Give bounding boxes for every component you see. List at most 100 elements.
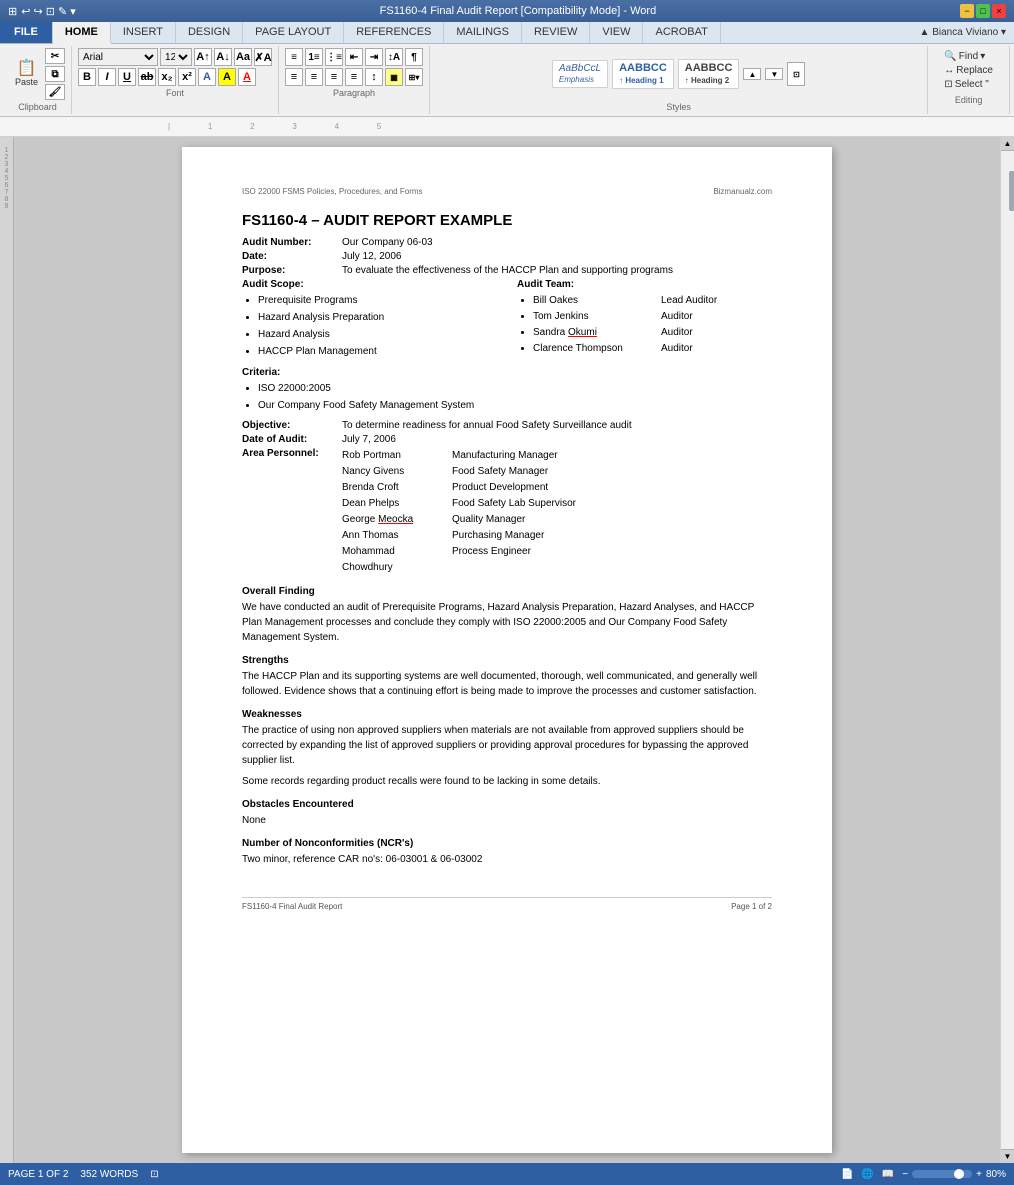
show-marks-button[interactable]: ¶ [405,48,423,66]
styles-scroll-down[interactable]: ▼ [765,68,783,80]
text-effect-button[interactable]: A [198,68,216,86]
font-label: Font [166,88,184,98]
scroll-thumb[interactable] [1009,171,1014,211]
line-spacing-button[interactable]: ↕ [365,68,383,86]
tab-review[interactable]: REVIEW [522,22,590,43]
purpose-label: Purpose: [242,265,342,276]
user-name: ▲ Bianca Viviano ▾ [920,27,1006,38]
zoom-thumb[interactable] [954,1169,964,1179]
audit-scope-list: Prerequisite Programs Hazard Analysis Pr… [242,293,497,360]
editing-group: 🔍 Find ▾ ↔ Replace ⊡ Select " Editing [928,46,1010,114]
styles-scroll-up[interactable]: ▲ [743,68,761,80]
page-container: ISO 22000 FSMS Policies, Procedures, and… [14,137,1000,1163]
numbering-button[interactable]: 1≡ [305,48,323,66]
obstacles-heading: Obstacles Encountered [242,799,772,810]
scroll-down-button[interactable]: ▼ [1001,1149,1014,1163]
tab-mailings[interactable]: MAILINGS [444,22,522,43]
subscript-button[interactable]: x₂ [158,68,176,86]
copy-button[interactable]: ⧉ [45,66,65,82]
tab-design[interactable]: DESIGN [176,22,243,43]
word-icon: ⊞ [8,5,17,18]
personnel-row-1: Rob Portman Manufacturing Manager [342,448,772,464]
view-print-icon[interactable]: 📄 [841,1169,853,1180]
font-size-select[interactable]: 12 [160,48,192,66]
right-scrollbar[interactable]: ▲ ▼ [1000,137,1014,1163]
tab-page-layout[interactable]: PAGE LAYOUT [243,22,344,43]
scope-item-3: Hazard Analysis [258,327,497,343]
close-button[interactable]: × [992,4,1006,18]
highlight-button[interactable]: A [218,68,236,86]
font-family-select[interactable]: Arial [78,48,158,66]
maximize-button[interactable]: □ [976,4,990,18]
strikethrough-button[interactable]: ab [138,68,156,86]
font-color-button[interactable]: A [238,68,256,86]
team-member-4: Clarence Thompson Auditor [533,341,772,357]
view-web-icon[interactable]: 🌐 [861,1169,873,1180]
bold-button[interactable]: B [78,68,96,86]
zoom-out-button[interactable]: − [902,1169,908,1180]
audit-scope-col: Audit Scope: Prerequisite Programs Hazar… [242,279,497,361]
team-name-3: Sandra Okumi [533,325,653,341]
change-case-button[interactable]: Aa [234,48,252,66]
audit-team-col: Audit Team: Bill Oakes Lead Auditor Tom … [517,279,772,361]
scope-team-section: Audit Scope: Prerequisite Programs Hazar… [242,279,772,361]
zoom-in-button[interactable]: + [976,1169,982,1180]
view-read-icon[interactable]: 📖 [882,1169,894,1180]
align-right-button[interactable]: ≡ [325,68,343,86]
title-bar: ⊞ ↩ ↪ ⊡ ✎ ▾ FS1160-4 Final Audit Report … [0,0,1014,22]
find-button[interactable]: 🔍 Find ▾ [940,50,997,63]
scroll-up-button[interactable]: ▲ [1001,137,1014,151]
nonconformities-section: Number of Nonconformities (NCR's) Two mi… [242,838,772,867]
team-role-1: Lead Auditor [661,293,717,309]
clear-format-button[interactable]: ✗A [254,48,272,66]
align-left-button[interactable]: ≡ [285,68,303,86]
style-heading1[interactable]: AABBCC↑ Heading 1 [612,59,674,89]
personnel-row-4: Dean Phelps Food Safety Lab Supervisor [342,496,772,512]
decrease-indent-button[interactable]: ⇤ [345,48,363,66]
italic-button[interactable]: I [98,68,116,86]
tab-insert[interactable]: INSERT [111,22,176,43]
bullets-button[interactable]: ≡ [285,48,303,66]
sort-button[interactable]: ↕A [385,48,403,66]
ruler: | 1 2 3 4 5 [0,117,1014,137]
doc-header-left: ISO 22000 FSMS Policies, Procedures, and… [242,187,423,196]
border-button[interactable]: ⊞▾ [405,68,423,86]
objective-field: Objective: To determine readiness for an… [242,420,772,431]
tab-view[interactable]: VIEW [590,22,643,43]
date-field: Date: July 12, 2006 [242,251,772,262]
weaknesses-section: Weaknesses The practice of using non app… [242,709,772,789]
select-button[interactable]: ⊡ Select " [940,78,997,91]
increase-indent-button[interactable]: ⇥ [365,48,383,66]
cut-button[interactable]: ✂ [45,48,65,64]
document-page[interactable]: ISO 22000 FSMS Policies, Procedures, and… [182,147,832,1153]
tab-references[interactable]: REFERENCES [344,22,444,43]
tab-acrobat[interactable]: ACROBAT [643,22,720,43]
audit-number-field: Audit Number: Our Company 06-03 [242,237,772,248]
align-center-button[interactable]: ≡ [305,68,323,86]
p-name-3: Brenda Croft [342,480,442,496]
window-controls[interactable]: − □ × [960,4,1006,18]
shading-button[interactable]: ▦ [385,68,403,86]
multilevel-button[interactable]: ⋮≡ [325,48,343,66]
zoom-control: − + 80% [902,1169,1006,1180]
shrink-font-button[interactable]: A↓ [214,48,232,66]
scope-item-4: HACCP Plan Management [258,344,497,360]
zoom-slider[interactable] [912,1170,972,1178]
style-heading2[interactable]: AABBCC↑ Heading 2 [678,59,740,89]
tab-home[interactable]: HOME [53,22,111,44]
styles-expand[interactable]: ⊡ [787,62,805,86]
format-painter-button[interactable]: 🖌 [45,84,65,100]
underline-button[interactable]: U [118,68,136,86]
objective-value: To determine readiness for annual Food S… [342,420,772,431]
justify-button[interactable]: ≡ [345,68,363,86]
superscript-button[interactable]: x² [178,68,196,86]
minimize-button[interactable]: − [960,4,974,18]
doc-header-right: Bizmanualz.com [713,187,772,196]
objective-label: Objective: [242,420,342,431]
tab-file[interactable]: FILE [0,22,53,43]
style-emphasis[interactable]: AaBbCcLEmphasis [552,60,608,88]
grow-font-button[interactable]: A↑ [194,48,212,66]
p-name-7: MohammadChowdhury [342,544,442,576]
paste-button[interactable]: 📋 Paste [10,58,43,90]
replace-button[interactable]: ↔ Replace [940,64,997,77]
